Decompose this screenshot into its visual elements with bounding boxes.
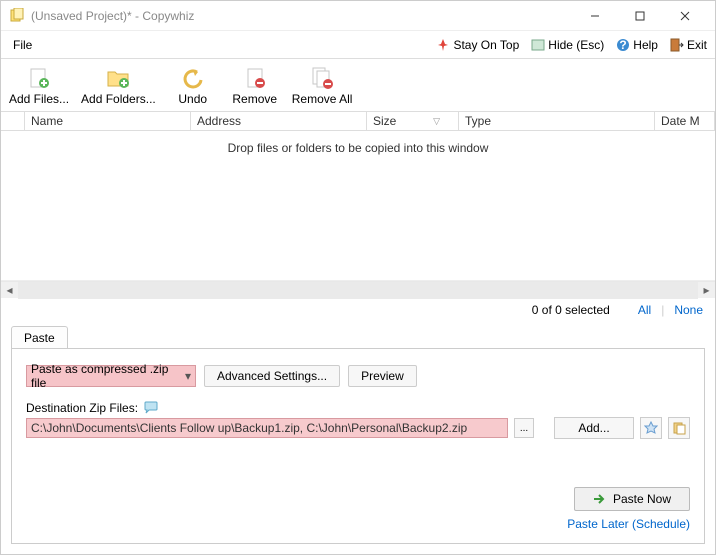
exit-label: Exit	[687, 38, 707, 52]
titlebar: (Unsaved Project)* - Copywhiz	[1, 1, 715, 31]
column-rowheader[interactable]	[1, 112, 25, 130]
selection-status: 0 of 0 selected	[532, 303, 610, 317]
comment-icon[interactable]	[144, 401, 158, 415]
empty-hint: Drop files or folders to be copied into …	[228, 141, 489, 155]
select-all-link[interactable]: All	[638, 303, 651, 317]
preview-button[interactable]: Preview	[348, 365, 417, 387]
paste-now-label: Paste Now	[613, 492, 671, 506]
svg-text:?: ?	[620, 38, 627, 52]
help-button[interactable]: ? Help	[612, 36, 662, 54]
undo-button[interactable]: Undo	[168, 66, 218, 106]
star-icon	[644, 421, 658, 435]
remove-label: Remove	[232, 92, 277, 106]
paste-clipboard-button[interactable]	[668, 417, 690, 439]
column-date[interactable]: Date M	[655, 112, 715, 130]
add-folders-icon	[106, 66, 130, 90]
exit-icon	[670, 38, 684, 52]
remove-all-label: Remove All	[292, 92, 353, 106]
paste-now-button[interactable]: Paste Now	[574, 487, 690, 511]
column-name[interactable]: Name	[25, 112, 191, 130]
app-icon	[9, 8, 25, 24]
stay-on-top-button[interactable]: Stay On Top	[432, 36, 523, 54]
window-icon	[531, 38, 545, 52]
add-folders-label: Add Folders...	[81, 92, 156, 106]
tabstrip: Paste	[1, 322, 715, 348]
scroll-right-icon[interactable]: ▸	[698, 282, 715, 299]
browse-button[interactable]: ...	[514, 418, 534, 438]
paste-panel: Paste as compressed .zip file ▾ Advanced…	[11, 348, 705, 544]
paste-mode-combo[interactable]: Paste as compressed .zip file ▾	[26, 365, 196, 387]
pin-icon	[436, 38, 450, 52]
stay-on-top-label: Stay On Top	[453, 38, 519, 52]
chevron-down-icon: ▾	[185, 369, 191, 383]
clipboard-icon	[672, 421, 686, 435]
add-files-label: Add Files...	[9, 92, 69, 106]
help-label: Help	[633, 38, 658, 52]
remove-icon	[243, 66, 267, 90]
hide-button[interactable]: Hide (Esc)	[527, 36, 608, 54]
grid-body[interactable]: Drop files or folders to be copied into …	[1, 131, 715, 281]
column-address[interactable]: Address	[191, 112, 367, 130]
arrow-right-icon	[593, 493, 607, 505]
remove-all-button[interactable]: Remove All	[292, 66, 353, 106]
status-row: 0 of 0 selected All | None	[1, 298, 715, 322]
favorite-button[interactable]	[640, 417, 662, 439]
paste-later-link[interactable]: Paste Later (Schedule)	[567, 517, 690, 531]
add-destination-button[interactable]: Add...	[554, 417, 634, 439]
destination-path-value: C:\John\Documents\Clients Follow up\Back…	[31, 421, 467, 435]
advanced-settings-button[interactable]: Advanced Settings...	[204, 365, 340, 387]
column-type[interactable]: Type	[459, 112, 655, 130]
select-none-link[interactable]: None	[674, 303, 703, 317]
destination-label: Destination Zip Files:	[26, 401, 138, 415]
add-folders-button[interactable]: Add Folders...	[81, 66, 156, 106]
menu-file[interactable]: File	[5, 34, 40, 56]
destination-path-input[interactable]: C:\John\Documents\Clients Follow up\Back…	[26, 418, 508, 438]
tab-paste[interactable]: Paste	[11, 326, 68, 349]
remove-all-icon	[310, 66, 334, 90]
column-size[interactable]: Size ▽	[367, 112, 459, 130]
undo-icon	[181, 66, 205, 90]
horizontal-scrollbar[interactable]: ◂ ▸	[1, 281, 715, 298]
close-button[interactable]	[662, 2, 707, 30]
window-controls	[572, 2, 707, 30]
grid-header: Name Address Size ▽ Type Date M	[1, 111, 715, 131]
minimize-button[interactable]	[572, 2, 617, 30]
exit-button[interactable]: Exit	[666, 36, 711, 54]
menubar: File Stay On Top Hide (Esc) ? Help Exit	[1, 31, 715, 59]
hide-label: Hide (Esc)	[548, 38, 604, 52]
paste-mode-value: Paste as compressed .zip file	[31, 362, 185, 390]
divider: |	[661, 303, 664, 317]
maximize-button[interactable]	[617, 2, 662, 30]
remove-button[interactable]: Remove	[230, 66, 280, 106]
add-files-icon	[27, 66, 51, 90]
undo-label: Undo	[178, 92, 207, 106]
help-icon: ?	[616, 38, 630, 52]
sort-desc-icon: ▽	[433, 116, 440, 127]
column-size-label: Size	[373, 114, 396, 128]
toolbar: Add Files... Add Folders... Undo Remove …	[1, 59, 715, 111]
scroll-track[interactable]	[18, 282, 698, 299]
scroll-left-icon[interactable]: ◂	[1, 282, 18, 299]
window-title: (Unsaved Project)* - Copywhiz	[31, 9, 194, 23]
add-files-button[interactable]: Add Files...	[9, 66, 69, 106]
